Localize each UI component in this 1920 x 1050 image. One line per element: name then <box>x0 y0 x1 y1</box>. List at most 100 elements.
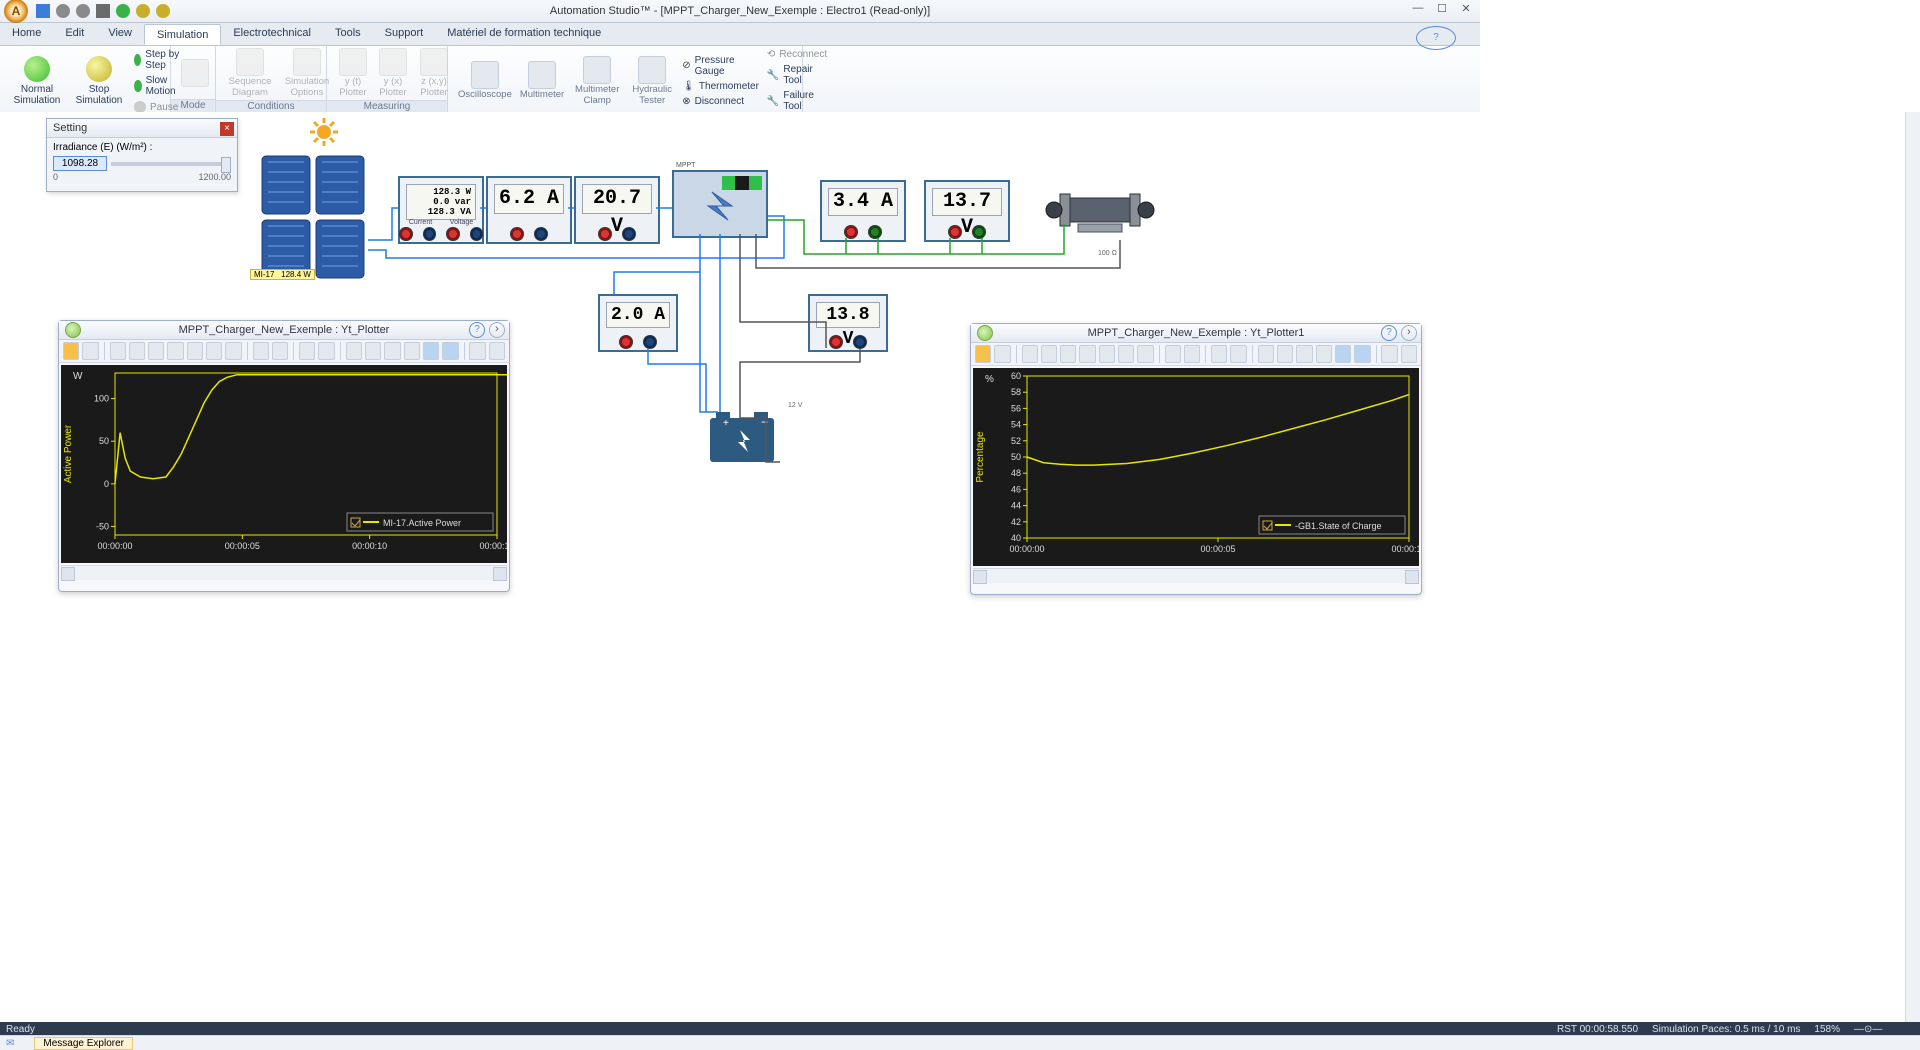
message-explorer-tab[interactable]: Message Explorer <box>34 1037 133 1050</box>
tool-note-icon[interactable] <box>1211 345 1227 363</box>
power-meter[interactable]: 128.3 W0.0 var128.3 VA CurrentVoltage <box>398 176 484 244</box>
solar-panel[interactable] <box>258 152 368 282</box>
tool-hzoom-icon[interactable] <box>187 342 203 360</box>
plot-help-icon[interactable]: ? <box>469 322 485 338</box>
tool-pan-icon[interactable] <box>1060 345 1076 363</box>
plot-scrollbar[interactable] <box>973 568 1419 583</box>
plot-help-icon[interactable]: ? <box>1381 325 1397 341</box>
load-motor[interactable] <box>1040 184 1160 240</box>
qat-print-icon[interactable] <box>96 4 110 18</box>
plot-power-icon[interactable] <box>977 325 993 341</box>
tab-edit[interactable]: Edit <box>53 23 96 45</box>
tab-view[interactable]: View <box>96 23 144 45</box>
tool-reset-icon[interactable] <box>994 345 1010 363</box>
sequence-diagram-button[interactable]: Sequence Diagram <box>222 48 278 98</box>
multimeter-clamp-button[interactable]: Multimeter Clamp <box>568 56 626 106</box>
minimize-button[interactable]: — <box>1410 2 1426 15</box>
plot-power-icon[interactable] <box>65 322 81 338</box>
setting-title[interactable]: Setting× <box>47 119 237 138</box>
tab-tools[interactable]: Tools <box>323 23 373 45</box>
multimeter-button[interactable]: Multimeter <box>516 61 568 100</box>
tab-materiel[interactable]: Matériel de formation technique <box>435 23 613 45</box>
hydraulic-tester-button[interactable]: Hydraulic Tester <box>626 56 678 106</box>
ammeter-input[interactable]: 6.2 A <box>486 176 572 244</box>
tool-grid2-icon[interactable] <box>1354 345 1370 363</box>
ammeter-battery[interactable]: 2.0 A <box>598 294 678 352</box>
tool-hzoom-icon[interactable] <box>1099 345 1115 363</box>
voltmeter-input[interactable]: 20.7 V <box>574 176 660 244</box>
app-logo[interactable]: A <box>4 0 28 23</box>
tool-play-icon[interactable] <box>975 345 991 363</box>
canvas-scrollbar-v[interactable] <box>1905 112 1920 1022</box>
mppt-controller[interactable]: MPPT <box>672 170 768 238</box>
qat-undo-icon[interactable] <box>56 4 70 18</box>
tool-grid1-icon[interactable] <box>423 342 439 360</box>
voltmeter-battery[interactable]: 13.8 V <box>808 294 888 352</box>
tab-simulation[interactable]: Simulation <box>144 24 221 45</box>
reconnect-button[interactable]: ⟲ Reconnect <box>763 48 831 61</box>
tool-grid1-icon[interactable] <box>1335 345 1351 363</box>
setting-panel[interactable]: Setting× Irradiance (E) (W/m²) : 01200.0… <box>46 118 238 192</box>
tool-lock-icon[interactable] <box>469 342 485 360</box>
tool-view-icon[interactable] <box>384 342 400 360</box>
irradiance-input[interactable] <box>53 156 107 171</box>
workspace[interactable]: Setting× Irradiance (E) (W/m²) : 01200.0… <box>0 112 1906 1022</box>
mode-button[interactable] <box>177 59 213 87</box>
repair-tool-button[interactable]: 🔧 Repair Tool <box>763 63 831 87</box>
tool-more-icon[interactable] <box>489 342 505 360</box>
tool-time-icon[interactable] <box>225 342 241 360</box>
tool-label-icon[interactable] <box>1230 345 1246 363</box>
tool-marker1-icon[interactable] <box>1165 345 1181 363</box>
tool-zoom-out-icon[interactable] <box>129 342 145 360</box>
tool-marker2-icon[interactable] <box>272 342 288 360</box>
voltmeter-output[interactable]: 13.7 V <box>924 180 1010 242</box>
yt-plotter-button[interactable]: y (t) Plotter <box>333 48 373 98</box>
tool-marker1-icon[interactable] <box>253 342 269 360</box>
plot-expand-icon[interactable]: › <box>489 322 505 338</box>
tool-lock-icon[interactable] <box>1381 345 1397 363</box>
help-button[interactable]: ? <box>1416 26 1456 50</box>
tool-fit-icon[interactable] <box>167 342 183 360</box>
tool-time-icon[interactable] <box>1137 345 1153 363</box>
status-zoom[interactable]: 158% <box>1814 1024 1840 1035</box>
yx-plotter-button[interactable]: y (x) Plotter <box>373 48 413 98</box>
tool-zoom-out-icon[interactable] <box>1041 345 1057 363</box>
zxy-plotter-button[interactable]: z (x,y) Plotter <box>413 48 455 98</box>
qat-save-icon[interactable] <box>36 4 50 18</box>
tool-snapshot-icon[interactable] <box>1277 345 1293 363</box>
tab-support[interactable]: Support <box>373 23 436 45</box>
normal-simulation-button[interactable]: Normal Simulation <box>6 56 68 106</box>
tool-label-icon[interactable] <box>318 342 334 360</box>
oscilloscope-button[interactable]: Oscilloscope <box>454 61 516 100</box>
tool-view-icon[interactable] <box>1296 345 1312 363</box>
tool-note-icon[interactable] <box>299 342 315 360</box>
plot-scrollbar[interactable] <box>61 565 507 580</box>
tool-export-icon[interactable] <box>1258 345 1274 363</box>
tab-electrotechnical[interactable]: Electrotechnical <box>221 23 323 45</box>
tool-fit-icon[interactable] <box>1079 345 1095 363</box>
tool-cursor-icon[interactable] <box>206 342 222 360</box>
plotter-left[interactable]: MPPT_Charger_New_Exemple : Yt_Plotter ? … <box>58 320 510 592</box>
tool-zoom-in-icon[interactable] <box>1022 345 1038 363</box>
tool-grid2-icon[interactable] <box>442 342 458 360</box>
tool-export-icon[interactable] <box>346 342 362 360</box>
tab-home[interactable]: Home <box>0 23 53 45</box>
qat-play-icon[interactable] <box>116 4 130 18</box>
tool-more-icon[interactable] <box>1401 345 1417 363</box>
qat-stop-icon[interactable] <box>156 4 170 18</box>
tool-pan-icon[interactable] <box>148 342 164 360</box>
tool-color-icon[interactable] <box>1316 345 1332 363</box>
plot-chart-right[interactable]: 404244464850525456586000:00:0000:00:0500… <box>973 368 1419 566</box>
plotter-right[interactable]: MPPT_Charger_New_Exemple : Yt_Plotter1 ?… <box>970 323 1422 595</box>
tool-play-icon[interactable] <box>63 342 79 360</box>
qat-redo-icon[interactable] <box>76 4 90 18</box>
tool-cursor-icon[interactable] <box>1118 345 1134 363</box>
status-zoom-slider[interactable]: —⊙— <box>1854 1024 1914 1035</box>
tool-color-icon[interactable] <box>404 342 420 360</box>
failure-tool-button[interactable]: 🔧 Failure Tool <box>763 89 831 113</box>
battery-icon[interactable]: +− <box>706 408 778 466</box>
tool-marker2-icon[interactable] <box>1184 345 1200 363</box>
tool-reset-icon[interactable] <box>82 342 98 360</box>
thermometer-button[interactable]: 🌡 Thermometer <box>678 80 763 93</box>
plot-expand-icon[interactable]: › <box>1401 325 1417 341</box>
